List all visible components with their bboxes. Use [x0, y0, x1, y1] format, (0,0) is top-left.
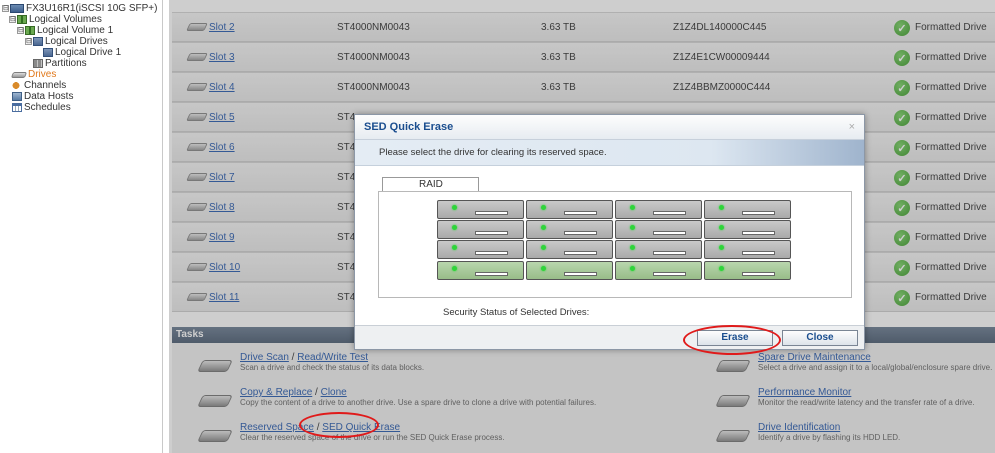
led-icon	[630, 225, 635, 230]
bay-handle	[475, 231, 508, 235]
led-icon	[452, 266, 457, 271]
collapse-icon[interactable]: ⊟	[9, 16, 16, 23]
bay-handle	[653, 272, 686, 276]
tree-node-label: Logical Volumes	[29, 14, 102, 25]
drive-bay[interactable]	[615, 240, 702, 259]
enclosure-view	[378, 191, 852, 298]
tree-node-label: Logical Volume 1	[37, 25, 114, 36]
collapse-icon[interactable]: ⊟	[17, 27, 24, 34]
led-icon	[452, 205, 457, 210]
led-icon	[452, 245, 457, 250]
led-icon	[630, 245, 635, 250]
tree-node-label: Drives	[28, 69, 57, 80]
drive-icon	[33, 37, 43, 46]
partition-icon	[33, 59, 43, 68]
drive-bay[interactable]	[526, 200, 613, 219]
close-button[interactable]: Close	[782, 330, 858, 346]
tree-node-label: Data Hosts	[24, 91, 74, 102]
volume-icon	[17, 15, 27, 24]
channel-icon	[12, 81, 22, 90]
host-icon	[12, 92, 22, 101]
bay-handle	[742, 231, 775, 235]
drive-bay[interactable]	[526, 220, 613, 239]
bay-handle	[564, 211, 597, 215]
dialog-title: SED Quick Erase	[364, 121, 454, 133]
tree-node-logical-volumes[interactable]: ⊟ Logical Volumes	[9, 14, 102, 25]
bay-handle	[475, 272, 508, 276]
dialog-footer: Erase Close	[355, 325, 864, 349]
tree-node-logical-drives[interactable]: ⊟ Logical Drives	[25, 36, 108, 47]
bay-handle	[564, 272, 597, 276]
tree-node-label: FX3U16R1(iSCSI 10G SFP+)	[26, 3, 158, 14]
schedule-icon	[12, 103, 22, 112]
drive-bay[interactable]	[526, 240, 613, 259]
tree-node-partitions[interactable]: Partitions	[33, 58, 87, 69]
tab-raid[interactable]: RAID	[382, 177, 479, 192]
bay-handle	[742, 272, 775, 276]
bay-handle	[742, 251, 775, 255]
drive-bay[interactable]	[615, 220, 702, 239]
drive-bay[interactable]	[704, 220, 791, 239]
led-icon	[541, 266, 546, 271]
led-icon	[541, 205, 546, 210]
led-icon	[452, 225, 457, 230]
drive-bay[interactable]	[615, 261, 702, 280]
tree-node-channels[interactable]: Channels	[12, 80, 66, 91]
bay-handle	[475, 251, 508, 255]
tree-node-data-hosts[interactable]: Data Hosts	[12, 91, 73, 102]
led-icon	[541, 225, 546, 230]
server-icon	[10, 4, 24, 13]
bay-handle	[564, 251, 597, 255]
bay-handle	[653, 231, 686, 235]
drive-bay[interactable]	[437, 240, 524, 259]
tree-node-logical-drive-1[interactable]: Logical Drive 1	[43, 47, 121, 58]
drive-bay[interactable]	[615, 200, 702, 219]
collapse-icon[interactable]: ⊟	[25, 38, 32, 45]
dialog-title-bar: SED Quick Erase ×	[355, 115, 864, 140]
annotation-ring-sed-quick-erase	[299, 412, 379, 438]
drive-bay[interactable]	[704, 261, 791, 280]
bay-handle	[653, 211, 686, 215]
collapse-icon[interactable]: ⊟	[2, 5, 9, 12]
close-icon[interactable]: ×	[849, 115, 855, 140]
volume-icon	[25, 26, 35, 35]
tree-node-label: Schedules	[24, 102, 71, 113]
tree-node-drives[interactable]: Drives	[10, 69, 57, 80]
tree-node-logical-volume-1[interactable]: ⊟ Logical Volume 1	[17, 25, 113, 36]
tree-node-label: Partitions	[45, 58, 87, 69]
tree-node-label: Channels	[24, 80, 67, 91]
led-icon	[719, 205, 724, 210]
tree-node-device[interactable]: ⊟ FX3U16R1(iSCSI 10G SFP+)	[2, 3, 157, 14]
led-icon	[719, 266, 724, 271]
disk-icon	[10, 71, 28, 78]
bay-handle	[564, 231, 597, 235]
drive-bay[interactable]	[437, 200, 524, 219]
dialog-message: Please select the drive for clearing its…	[355, 140, 864, 166]
led-icon	[630, 205, 635, 210]
tree-node-label: Logical Drive 1	[55, 47, 122, 58]
bay-handle	[742, 211, 775, 215]
sed-quick-erase-dialog: SED Quick Erase × Please select the driv…	[354, 114, 865, 350]
bay-handle	[653, 251, 686, 255]
drive-bay[interactable]	[704, 240, 791, 259]
drive-bay[interactable]	[437, 261, 524, 280]
security-status-label: Security Status of Selected Drives:	[443, 307, 590, 318]
tree-node-schedules[interactable]: Schedules	[12, 102, 71, 113]
drive-bay[interactable]	[704, 200, 791, 219]
led-icon	[719, 245, 724, 250]
drive-icon	[43, 48, 53, 57]
annotation-ring-erase	[683, 325, 781, 355]
drive-bay[interactable]	[437, 220, 524, 239]
led-icon	[630, 266, 635, 271]
drive-bay[interactable]	[526, 261, 613, 280]
led-icon	[719, 225, 724, 230]
navigation-tree: ⊟ FX3U16R1(iSCSI 10G SFP+) ⊟ Logical Vol…	[0, 0, 163, 453]
bay-handle	[475, 211, 508, 215]
led-icon	[541, 245, 546, 250]
tree-node-label: Logical Drives	[45, 36, 108, 47]
